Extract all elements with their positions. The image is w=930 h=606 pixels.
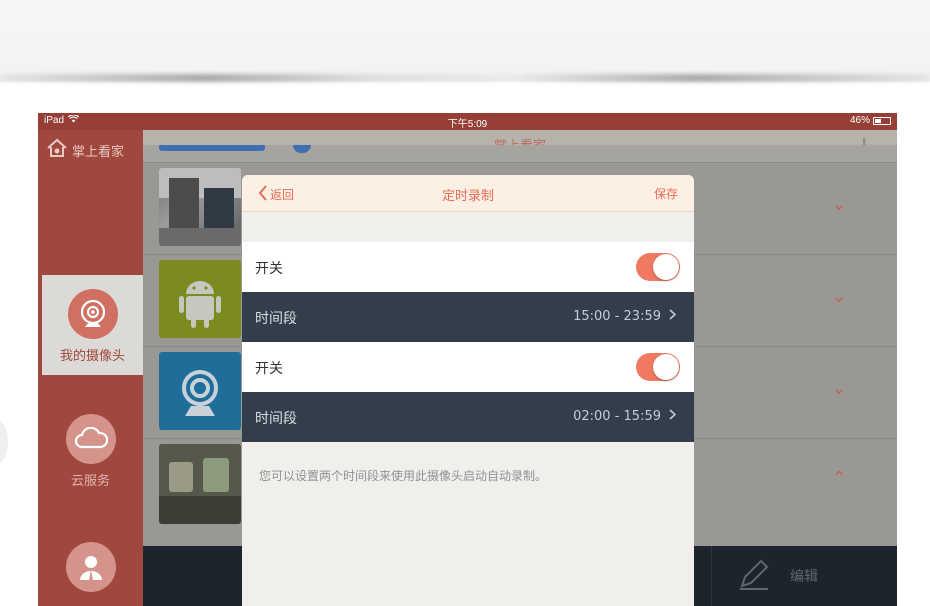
webcam-icon [159, 352, 241, 430]
ipad-screen: iPad 下午5:09 46% 掌上看家 我的摄像头 云服务 ⌄ ⌄ ⌄ ⌃ 编… [38, 113, 897, 606]
status-time: 下午5:09 [447, 119, 488, 130]
chevron-right-icon [669, 309, 677, 324]
schedule-2-toggle[interactable] [636, 353, 680, 381]
sidebar-item-label: 云服务 [70, 474, 110, 489]
edit-button[interactable]: 编辑 [711, 546, 897, 606]
desk-cups-thumbnail [159, 444, 241, 524]
period-value: 15:00 - 23:59 [573, 309, 661, 324]
app-logo: 掌上看家 [46, 138, 124, 162]
user-icon [65, 542, 116, 592]
list-item [143, 145, 897, 163]
schedule-period-row[interactable]: 时间段 02:00 - 15:59 [242, 392, 694, 442]
battery-percent: 46% [849, 115, 870, 126]
pencil-icon [736, 556, 772, 596]
period-value: 02:00 - 15:59 [573, 409, 661, 424]
schedule-switch-row: 开关 [242, 242, 694, 292]
camera-icon [67, 289, 118, 339]
battery-fill [875, 118, 881, 123]
sidebar-item-my-cameras[interactable]: 我的摄像头 [42, 275, 143, 375]
office-camera-thumbnail [159, 168, 241, 246]
status-bar: iPad 下午5:09 46% [38, 113, 897, 130]
app-logo-text: 掌上看家 [72, 144, 125, 160]
scheduled-recording-dialog: 返回 定时录制 保存 开关 时间段 15:00 - 23:59 开关 时间段 0… [242, 175, 694, 606]
dialog-title: 定时录制 [441, 189, 494, 204]
top-banner [0, 0, 930, 82]
save-button[interactable]: 保存 [654, 185, 678, 202]
sidebar-item-account[interactable] [38, 528, 143, 606]
dialog-header: 返回 定时录制 保存 [242, 175, 694, 212]
period-label: 时间段 [255, 311, 297, 327]
schedule-switch-row: 开关 [242, 342, 694, 392]
cloud-icon [65, 414, 116, 464]
chevron-down-icon[interactable]: ⌄ [831, 380, 847, 398]
switch-label: 开关 [255, 261, 283, 277]
chevron-down-icon[interactable]: ⌄ [831, 196, 847, 214]
partial-thumbnail [159, 145, 265, 151]
edit-label: 编辑 [790, 569, 818, 585]
device-shadow [0, 74, 930, 82]
house-eye-icon [46, 138, 68, 162]
chevron-down-icon[interactable]: ⌄ [831, 288, 847, 306]
android-icon [159, 260, 241, 338]
partial-icon [293, 145, 311, 153]
sidebar: 掌上看家 我的摄像头 云服务 [38, 130, 143, 606]
period-value-group: 02:00 - 15:59 [573, 409, 677, 424]
sidebar-item-cloud[interactable]: 云服务 [38, 400, 143, 500]
toggle-knob [653, 354, 679, 380]
schedule-period-row[interactable]: 时间段 15:00 - 23:59 [242, 292, 694, 342]
schedule-1-toggle[interactable] [636, 253, 680, 281]
toggle-knob [653, 254, 679, 280]
period-label: 时间段 [255, 411, 297, 427]
period-value-group: 15:00 - 23:59 [573, 309, 677, 324]
side-decoration [0, 420, 8, 464]
chevron-up-icon[interactable]: ⌃ [831, 470, 847, 488]
switch-label: 开关 [255, 361, 283, 377]
hint-text: 您可以设置两个时间段来使用此摄像头启动自动录制。 [259, 469, 548, 483]
battery-icon [873, 116, 891, 125]
chevron-right-icon [669, 409, 677, 424]
sidebar-item-label: 我的摄像头 [59, 349, 125, 364]
